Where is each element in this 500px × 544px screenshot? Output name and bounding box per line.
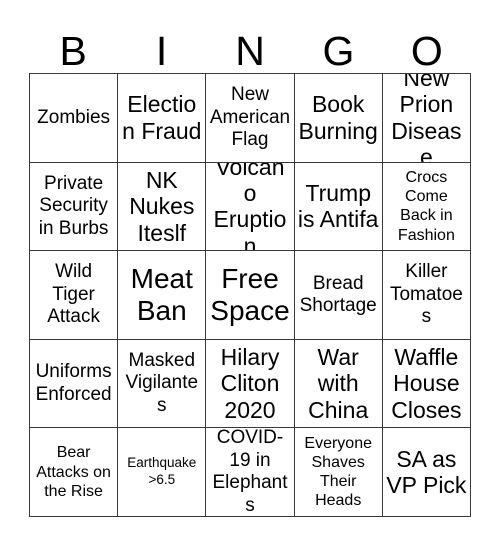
bingo-cell-i4[interactable]: Masked Vigilantes xyxy=(118,339,207,429)
bingo-header-row: B I N G O xyxy=(29,14,471,73)
bingo-cell-g2[interactable]: Trump is Antifa xyxy=(294,162,383,252)
bingo-cell-n4[interactable]: Hilary Cliton 2020 xyxy=(206,339,295,429)
bingo-grid: Zombies Election Fraud New American Flag… xyxy=(29,73,471,517)
bingo-cell-label: Private Security in Burbs xyxy=(38,172,109,239)
bingo-cell-o2[interactable]: Crocs Come Back in Fashion xyxy=(382,162,471,252)
bingo-cell-label: SA as VP Pick xyxy=(386,445,467,499)
header-letter-i: I xyxy=(155,28,168,74)
bingo-cell-i1[interactable]: Election Fraud xyxy=(118,74,207,163)
bingo-cell-i2[interactable]: NK Nukes Iteslf xyxy=(118,162,207,252)
bingo-cell-label: Wild Tiger Attack xyxy=(47,261,100,328)
bingo-cell-free-space[interactable]: Free Space xyxy=(206,251,295,340)
bingo-cell-label: Uniforms Enforced xyxy=(35,361,112,405)
bingo-cell-label: Bear Attacks on the Rise xyxy=(36,444,111,500)
bingo-cell-label: Book Burning xyxy=(298,91,378,144)
bingo-cell-label: Bread Shortage xyxy=(299,272,377,316)
bingo-cell-label: Everyone Shaves Their Heads xyxy=(304,434,372,510)
bingo-cell-label: Hilary Cliton 2020 xyxy=(220,343,280,423)
bingo-cell-o5[interactable]: SA as VP Pick xyxy=(382,428,471,517)
bingo-cell-o1[interactable]: New Prion Disease xyxy=(382,74,471,163)
bingo-cell-label: New Prion Disease xyxy=(391,74,462,163)
bingo-cell-b4[interactable]: Uniforms Enforced xyxy=(30,339,119,429)
bingo-cell-label: Meat Ban xyxy=(130,263,193,326)
bingo-cell-o3[interactable]: Killer Tomatoes xyxy=(382,251,471,340)
bingo-cell-label: Election Fraud xyxy=(122,91,202,144)
bingo-cell-b2[interactable]: Private Security in Burbs xyxy=(30,162,119,252)
header-letter-b: B xyxy=(59,28,87,74)
bingo-cell-label: Waffle House Closes xyxy=(391,343,462,423)
bingo-cell-n5[interactable]: COVID-19 in Elephants xyxy=(206,428,295,517)
header-letter-g: G xyxy=(322,28,355,74)
bingo-cell-b1[interactable]: Zombies xyxy=(30,74,119,163)
bingo-cell-label: Trump is Antifa xyxy=(297,179,379,233)
bingo-cell-label: Free Space xyxy=(210,263,290,326)
bingo-cell-i5[interactable]: Earthquake >6.5 xyxy=(118,428,207,517)
bingo-cell-label: Killer Tomatoes xyxy=(389,261,463,328)
bingo-cell-label: NK Nukes Iteslf xyxy=(129,166,195,246)
bingo-cell-g4[interactable]: War with China xyxy=(294,339,383,429)
bingo-cell-g1[interactable]: Book Burning xyxy=(294,74,383,163)
bingo-cell-label: New American Flag xyxy=(209,84,291,150)
bingo-cell-label: Volcano Eruption xyxy=(213,162,287,252)
bingo-cell-label: Masked Vigilantes xyxy=(125,349,199,416)
bingo-cell-i3[interactable]: Meat Ban xyxy=(118,251,207,340)
bingo-cell-label: Earthquake >6.5 xyxy=(127,455,197,488)
bingo-cell-label: Zombies xyxy=(37,106,111,128)
bingo-cell-o4[interactable]: Waffle House Closes xyxy=(382,339,471,429)
bingo-cell-b3[interactable]: Wild Tiger Attack xyxy=(30,251,119,340)
bingo-card: B I N G O Zombies Election Fraud New Ame… xyxy=(0,0,500,544)
bingo-cell-label: Crocs Come Back in Fashion xyxy=(397,169,455,244)
bingo-cell-n2[interactable]: Volcano Eruption xyxy=(206,162,295,252)
bingo-cell-label: War with China xyxy=(308,343,369,423)
bingo-cell-label: COVID-19 in Elephants xyxy=(212,428,288,516)
bingo-cell-n1[interactable]: New American Flag xyxy=(206,74,295,163)
bingo-cell-b5[interactable]: Bear Attacks on the Rise xyxy=(30,428,119,517)
header-letter-o: O xyxy=(410,28,443,74)
header-letter-n: N xyxy=(235,28,265,74)
bingo-cell-g5[interactable]: Everyone Shaves Their Heads xyxy=(294,428,383,517)
bingo-cell-g3[interactable]: Bread Shortage xyxy=(294,251,383,340)
